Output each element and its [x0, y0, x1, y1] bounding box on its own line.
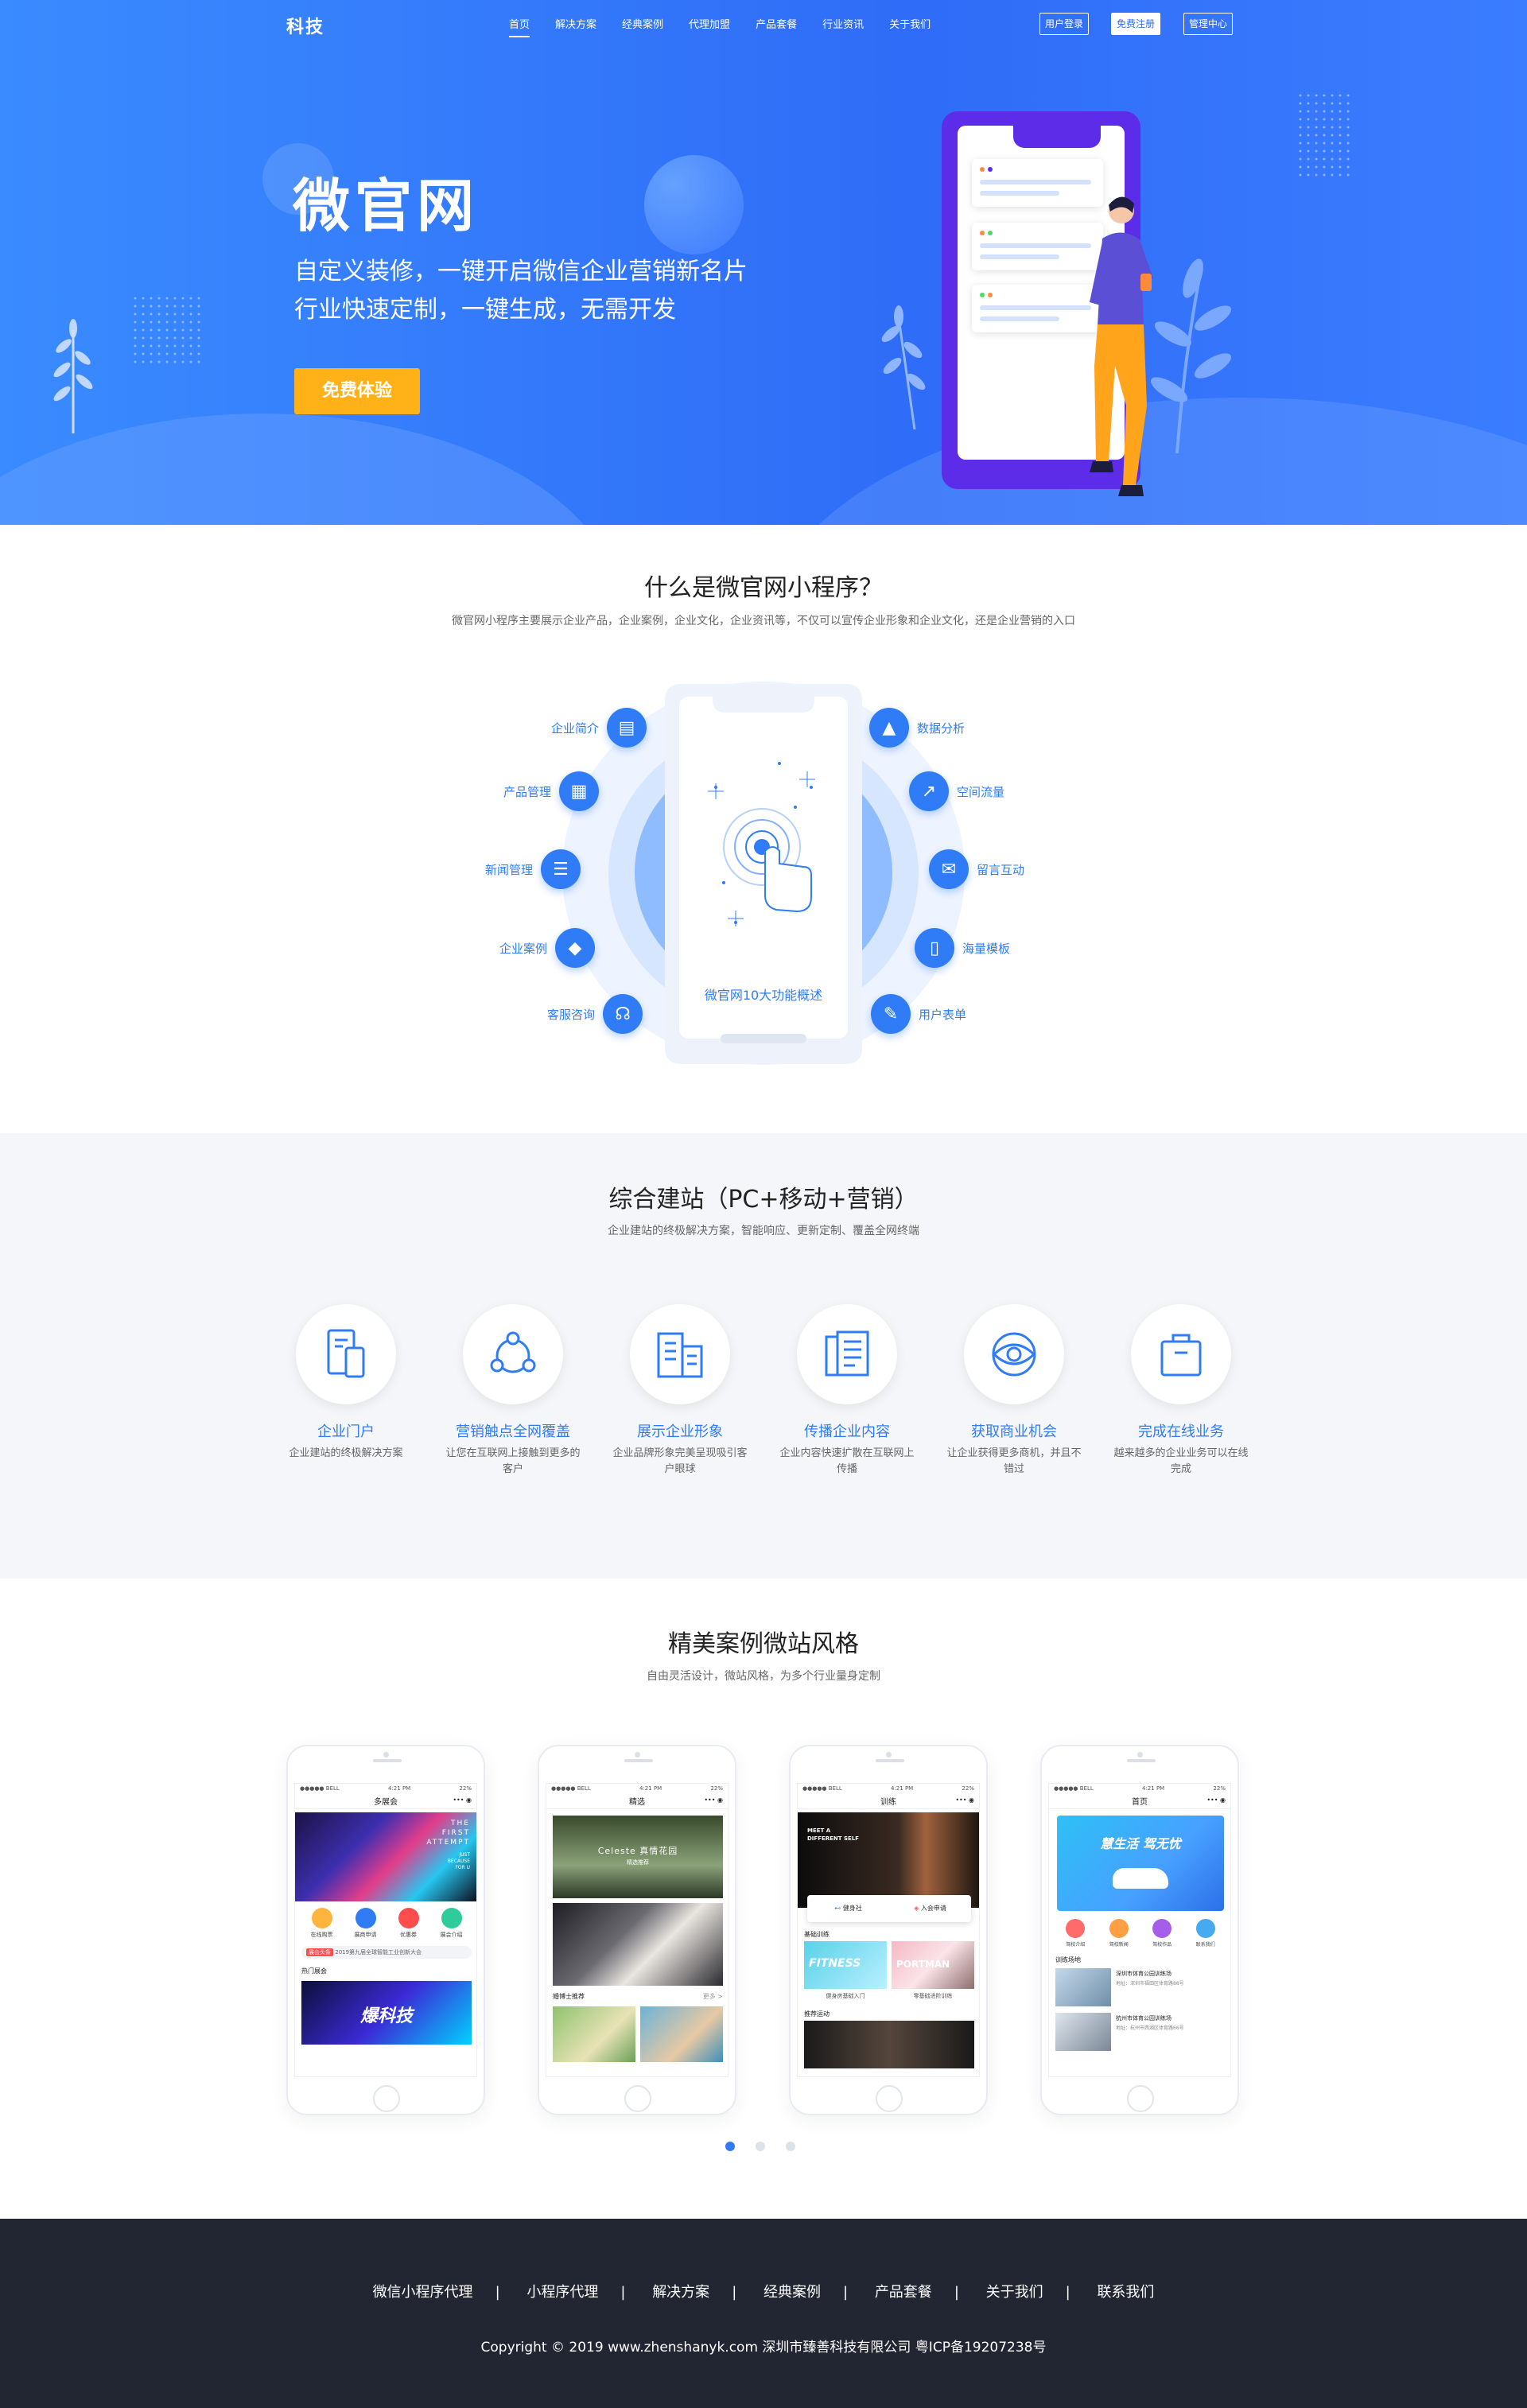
- dot-pattern: [1296, 91, 1352, 179]
- about-subtitle: 微官网小程序主要展示企业产品，企业案例，企业文化，企业资讯等，不仅可以宣传企业形…: [452, 615, 1075, 627]
- hero-title: 微官网: [293, 173, 480, 239]
- carousel-dot-2[interactable]: [756, 2142, 765, 2151]
- footer-link-about[interactable]: 关于我们: [986, 2284, 1043, 2301]
- service-brand-image[interactable]: 展示企业形象 企业品牌形象完美呈现吸引客户眼球: [612, 1304, 748, 1478]
- main-menu: 首页 解决方案 经典案例 代理加盟 产品套餐 行业资讯 关于我们: [509, 16, 956, 37]
- feature-company-intro[interactable]: 企业简介 ▤: [551, 708, 647, 748]
- free-trial-button[interactable]: 免费体验: [294, 368, 420, 414]
- site-logo[interactable]: 科技: [286, 13, 324, 38]
- feature-user-form[interactable]: ✎ 用户表单: [871, 994, 966, 1034]
- bag-icon: [1131, 1304, 1231, 1404]
- register-button[interactable]: 免费注册: [1111, 13, 1161, 35]
- form-icon: ✎: [871, 994, 911, 1034]
- copyright: Copyright © 2019 www.zhenshanyk.com 深圳市臻…: [480, 2340, 1047, 2356]
- menu-packages[interactable]: 产品套餐: [756, 16, 797, 37]
- feature-message-interaction[interactable]: ✉ 留言互动: [929, 849, 1024, 889]
- footer-link-contact[interactable]: 联系我们: [1097, 2284, 1154, 2301]
- carousel-dot-1[interactable]: [725, 2142, 735, 2151]
- about-title: 什么是微官网小程序？: [644, 574, 883, 602]
- headset-icon: ☊: [603, 994, 643, 1034]
- case-phone-driving-school[interactable]: ●●●●● BELL 4:21 PM 22% 首页 ••• ◉ 慧生活 驾无忧 驾校介…: [1040, 1745, 1239, 2115]
- service-online-business[interactable]: 完成在线业务 越来越多的企业业务可以在线完成: [1113, 1304, 1249, 1478]
- login-button[interactable]: 用户登录: [1039, 13, 1090, 35]
- carousel-dots: [725, 2142, 795, 2151]
- hero-banner: 科技 首页 解决方案 经典案例 代理加盟 产品套餐 行业资讯 关于我们 用户登录…: [0, 0, 1527, 525]
- menu-franchise[interactable]: 代理加盟: [689, 16, 730, 37]
- case-phone-fitness[interactable]: ●●●●● BELL 4:21 PM 22% 训练 ••• ◉ MEET A DIFF…: [789, 1745, 988, 2115]
- grid-icon: ▦: [559, 771, 600, 811]
- feature-caption: 微官网10大功能概述: [704, 988, 823, 1003]
- tap-icon: [708, 762, 815, 926]
- carousel-dot-3[interactable]: [786, 2142, 795, 2151]
- chat-icon: ✉: [929, 849, 969, 889]
- footer-links: 微信小程序代理 | 小程序代理 | 解决方案 | 经典案例 | 产品套餐 | 关于我们 | …: [372, 2284, 1155, 2301]
- book-icon: ▤: [607, 708, 647, 748]
- cube-icon: ◆: [555, 928, 596, 968]
- footer-link-wechat-agent[interactable]: 微信小程序代理: [373, 2284, 473, 2301]
- case-phone-wedding[interactable]: ●●●●● BELL 4:21 PM 22% 精选 ••• ◉ Celeste 真情花…: [538, 1745, 736, 2115]
- service-opportunity[interactable]: 获取商业机会 让企业获得更多商机，并且不错过: [946, 1304, 1082, 1478]
- footer-link-miniapp-agent[interactable]: 小程序代理: [526, 2284, 598, 2301]
- leaf-icon: [53, 319, 93, 433]
- feature-product-management[interactable]: 产品管理 ▦: [503, 771, 600, 811]
- menu-news[interactable]: 行业资讯: [822, 16, 864, 37]
- footer-link-solutions[interactable]: 解决方案: [652, 2284, 709, 2301]
- menu-cases[interactable]: 经典案例: [622, 16, 663, 37]
- menu-home[interactable]: 首页: [509, 16, 530, 37]
- trend-icon: ↗: [909, 771, 949, 811]
- case-phone-exhibition[interactable]: ●●●●● BELL 4:21 PM 22% 多展会 ••• ◉ THE FIRST AT…: [286, 1745, 485, 2115]
- feature-data-analysis[interactable]: ▲ 数据分析: [869, 708, 965, 748]
- leaf-icon: [881, 305, 926, 429]
- eye-icon: [964, 1304, 1064, 1404]
- footer-link-packages[interactable]: 产品套餐: [875, 2284, 932, 2301]
- news-icon: ☰: [541, 849, 581, 889]
- feature-templates[interactable]: ▯ 海量模板: [915, 928, 1010, 968]
- service-portal[interactable]: 企业门户 企业建站的终极解决方案: [278, 1304, 414, 1462]
- feature-space-traffic[interactable]: ↗ 空间流量: [909, 771, 1004, 811]
- hero-subtitle-2: 行业快速定制，一键生成，无需开发: [294, 296, 676, 324]
- hero-bg-circle: [644, 155, 744, 254]
- cases-subtitle: 自由灵活设计，微站风格，为多个行业量身定制: [647, 1670, 880, 1683]
- cases-title: 精美案例微站风格: [668, 1630, 859, 1658]
- site-title: 综合建站（PC+移动+营销）: [608, 1186, 919, 1214]
- feature-news-management[interactable]: 新闻管理 ☰: [485, 849, 581, 889]
- dot-pattern: [131, 294, 203, 366]
- document-icon: [797, 1304, 897, 1404]
- person-illustration: [1090, 196, 1153, 496]
- network-icon: [463, 1304, 563, 1404]
- building-icon: [630, 1304, 730, 1404]
- hero-subtitle-1: 自定义装修，一键开启微信企业营销新名片: [294, 258, 748, 285]
- menu-solutions[interactable]: 解决方案: [555, 16, 596, 37]
- admin-button[interactable]: 管理中心: [1183, 13, 1234, 35]
- devices-icon: [296, 1304, 396, 1404]
- footer-link-cases[interactable]: 经典案例: [764, 2284, 821, 2301]
- chart-icon: ▲: [869, 708, 909, 748]
- feature-customer-service[interactable]: 客服咨询 ☊: [547, 994, 643, 1034]
- service-marketing[interactable]: 营销触点全网覆盖 让您在互联网上接触到更多的客户: [445, 1304, 581, 1478]
- site-subtitle: 企业建站的终极解决方案，智能响应、更新定制、覆盖全网终端: [608, 1225, 919, 1237]
- top-navigation: 科技 首页 解决方案 经典案例 代理加盟 产品套餐 行业资讯 关于我们 用户登录…: [0, 0, 1527, 48]
- service-content[interactable]: 传播企业内容 企业内容快速扩散在互联网上传播: [779, 1304, 915, 1478]
- footer: [0, 2219, 1527, 2408]
- mobile-icon: ▯: [915, 928, 954, 968]
- menu-about[interactable]: 关于我们: [889, 16, 931, 37]
- feature-company-cases[interactable]: 企业案例 ◆: [499, 928, 596, 968]
- exhibition-banner: THE FIRST ATTEMPT JUST BECAUSE FOR U: [295, 1812, 476, 1901]
